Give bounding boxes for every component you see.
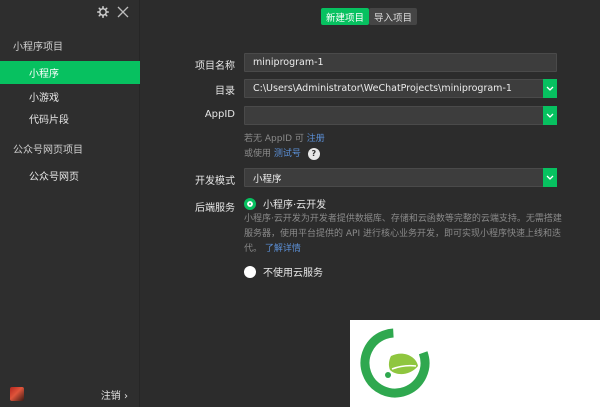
appid-hint-text: 若无 AppID 可 xyxy=(244,134,304,144)
dev-mode-label: 开发模式 xyxy=(195,176,235,187)
dev-mode-value: 小程序 xyxy=(253,173,282,185)
chevron-down-icon[interactable] xyxy=(543,79,557,98)
section-title-web: 公众号网页项目 xyxy=(13,145,83,156)
sidebar-item-miniprogram[interactable]: 小程序 xyxy=(0,61,140,84)
sidebar-item-official-web[interactable]: 公众号网页 xyxy=(0,164,140,187)
radio-selected-icon[interactable] xyxy=(244,197,256,210)
sidebar-item-label: 代码片段 xyxy=(29,115,69,126)
help-icon[interactable]: ? xyxy=(307,147,320,160)
section-title-miniprogram: 小程序项目 xyxy=(13,42,63,53)
directory-label: 目录 xyxy=(215,86,235,97)
cloud-dev-label: 小程序·云开发 xyxy=(263,200,327,211)
gear-icon[interactable] xyxy=(97,6,109,18)
project-tabs: 新建项目 导入项目 xyxy=(321,8,418,25)
project-name-label: 项目名称 xyxy=(195,61,235,72)
close-icon[interactable] xyxy=(117,6,129,18)
project-name-value: miniprogram-1 xyxy=(253,57,324,68)
chevron-down-icon[interactable] xyxy=(543,106,557,125)
radio-unselected-icon[interactable] xyxy=(244,265,256,278)
sidebar-item-code-snippet[interactable]: 代码片段 xyxy=(0,107,140,130)
chevron-down-icon[interactable] xyxy=(543,168,557,187)
cloud-dev-radio[interactable]: 小程序·云开发 xyxy=(244,196,326,211)
appid-field[interactable] xyxy=(244,106,557,125)
sidebar-item-label: 小程序 xyxy=(29,69,59,80)
no-cloud-radio[interactable]: 不使用云服务 xyxy=(244,264,323,279)
test-hint-text: 或使用 xyxy=(244,149,272,159)
tab-import-project[interactable]: 导入项目 xyxy=(369,8,418,25)
directory-field[interactable]: C:\Users\Administrator\WeChatProjects\mi… xyxy=(244,79,557,98)
backend-label: 后端服务 xyxy=(195,203,235,214)
sidebar-item-label: 小游戏 xyxy=(29,93,59,104)
no-cloud-label: 不使用云服务 xyxy=(263,268,323,279)
tab-new-project[interactable]: 新建项目 xyxy=(321,8,370,25)
learn-more-link[interactable]: 了解详情 xyxy=(265,244,301,254)
appid-register-hint: 若无 AppID 可 注册 xyxy=(244,131,325,144)
test-account-hint: 或使用 测试号 ? xyxy=(244,146,320,160)
directory-value: C:\Users\Administrator\WeChatProjects\mi… xyxy=(253,83,512,94)
logout-button[interactable]: 注销 › xyxy=(101,387,128,402)
test-account-link[interactable]: 测试号 xyxy=(274,149,301,159)
sidebar-item-label: 公众号网页 xyxy=(29,172,79,183)
cloud-dev-description: 小程序·云开发为开发者提供数据库、存储和云函数等完整的云端支持。无需搭建服务器，… xyxy=(244,212,564,257)
dev-mode-select[interactable]: 小程序 xyxy=(244,168,557,187)
appid-label: AppID xyxy=(204,109,235,120)
sidebar-item-minigame[interactable]: 小游戏 xyxy=(0,85,140,108)
watermark xyxy=(350,320,600,407)
sidebar-footer: 注销 › xyxy=(0,381,140,407)
project-name-input[interactable]: miniprogram-1 xyxy=(244,53,557,72)
sidebar: 小程序项目 小程序 小游戏 代码片段 公众号网页项目 公众号网页 注销 › xyxy=(0,0,140,407)
avatar[interactable] xyxy=(10,387,24,401)
logo-icon xyxy=(360,328,430,398)
sidebar-top-icons xyxy=(97,6,129,18)
register-link[interactable]: 注册 xyxy=(307,134,325,144)
